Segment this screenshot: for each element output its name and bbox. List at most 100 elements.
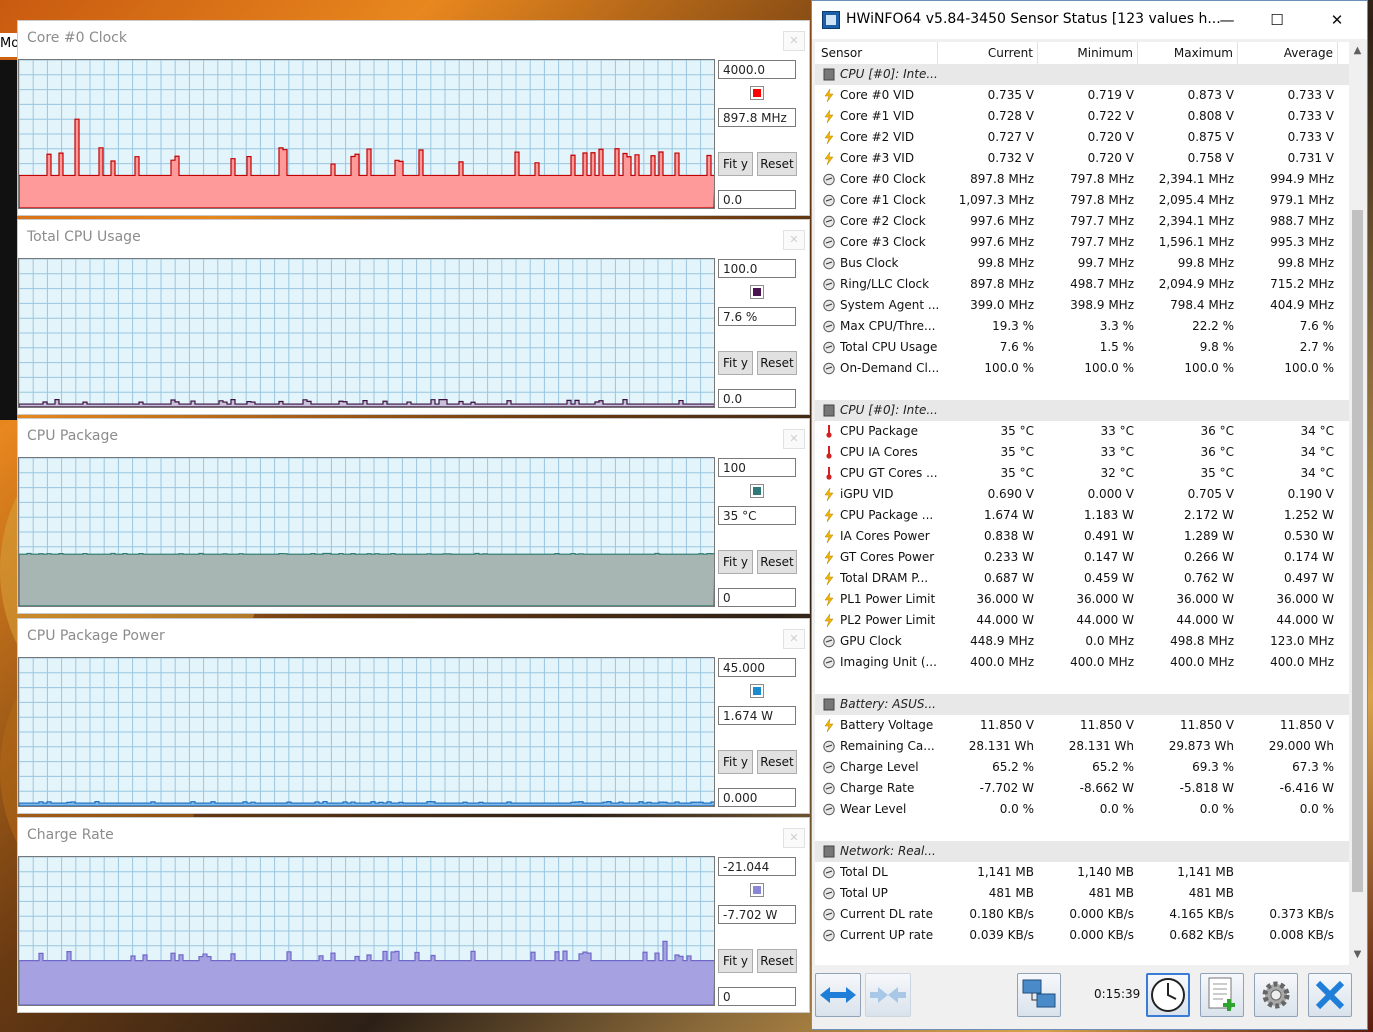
column-header-sensor[interactable]: Sensor xyxy=(815,42,938,64)
sensor-row[interactable]: Core #0 Clock 897.8 MHz 797.8 MHz 2,394.1 M… xyxy=(815,169,1349,190)
sensor-row[interactable]: PL1 Power Limit 36.000 W 36.000 W 36.000 W 3… xyxy=(815,589,1349,610)
sensor-row[interactable]: Imaging Unit (... 400.0 MHz 400.0 MHz 400.0… xyxy=(815,652,1349,673)
sensor-row[interactable]: Max CPU/Thre... 19.3 % 3.3 % 22.2 % 7.6 % xyxy=(815,316,1349,337)
settings-button[interactable] xyxy=(1254,973,1298,1017)
graph-close-icon[interactable]: ✕ xyxy=(783,230,805,250)
sensor-row[interactable]: IA Cores Power 0.838 W 0.491 W 1.289 W 0.530… xyxy=(815,526,1349,547)
current-value: 44.000 W xyxy=(976,613,1034,627)
scroll-up-icon[interactable]: ▲ xyxy=(1349,42,1366,59)
current-value: 481 MB xyxy=(988,886,1034,900)
hwinfo-window[interactable]: HWiNFO64 v5.84-3450 Sensor Status [123 v… xyxy=(811,0,1368,1030)
sensor-row[interactable]: Charge Level 65.2 % 65.2 % 69.3 % 67.3 % xyxy=(815,757,1349,778)
graph-min-field[interactable]: 0.0 xyxy=(718,190,796,209)
title-bar[interactable]: HWiNFO64 v5.84-3450 Sensor Status [123 v… xyxy=(812,1,1367,39)
graph-close-icon[interactable]: ✕ xyxy=(783,429,805,449)
sensor-row[interactable]: Total CPU Usage 7.6 % 1.5 % 9.8 % 2.7 % xyxy=(815,337,1349,358)
maximize-button[interactable]: ☐ xyxy=(1254,1,1300,39)
reset-button[interactable]: Reset xyxy=(757,550,797,574)
sensor-row[interactable]: iGPU VID 0.690 V 0.000 V 0.705 V 0.190 V xyxy=(815,484,1349,505)
expand-arrows-button[interactable] xyxy=(815,973,861,1017)
graph-max-field[interactable]: 100 xyxy=(718,458,796,477)
graph-window[interactable]: CPU Package Power ✕ 45.000 1.674 W Fit y Rese… xyxy=(17,618,810,814)
graph-series xyxy=(19,399,714,407)
sensor-row[interactable]: Core #1 Clock 1,097.3 MHz 797.8 MHz 2,095.4… xyxy=(815,190,1349,211)
sensor-row[interactable]: Ring/LLC Clock 897.8 MHz 498.7 MHz 2,094.9 … xyxy=(815,274,1349,295)
sensor-group-header[interactable]: CPU [#0]: Inte... xyxy=(815,64,1349,85)
sensor-row[interactable]: Total DL 1,141 MB 1,140 MB 1,141 MB xyxy=(815,862,1349,883)
fit-y-button[interactable]: Fit y xyxy=(718,550,753,574)
minimize-button[interactable]: — xyxy=(1204,1,1250,39)
graph-color-swatch[interactable] xyxy=(750,285,764,299)
scroll-down-icon[interactable]: ▼ xyxy=(1349,946,1366,963)
reset-button[interactable]: Reset xyxy=(757,750,797,774)
sensor-row[interactable]: CPU GT Cores ... 35 °C 32 °C 35 °C 34 °C xyxy=(815,463,1349,484)
graph-color-swatch[interactable] xyxy=(750,684,764,698)
report-button[interactable] xyxy=(1200,973,1244,1017)
sensor-row[interactable]: Battery Voltage 11.850 V 11.850 V 11.850 V 1… xyxy=(815,715,1349,736)
graph-min-field[interactable]: 0 xyxy=(718,987,796,1006)
graph-color-swatch[interactable] xyxy=(750,484,764,498)
graph-min-field[interactable]: 0.000 xyxy=(718,788,796,807)
collapse-arrows-button[interactable] xyxy=(865,973,911,1017)
clock-button[interactable] xyxy=(1146,973,1190,1017)
sensor-row[interactable]: Core #2 Clock 997.6 MHz 797.7 MHz 2,394.1 M… xyxy=(815,211,1349,232)
graph-window[interactable]: Charge Rate ✕ -21.044 -7.702 W Fit y Reset 0 xyxy=(17,817,810,1013)
graph-max-field[interactable]: -21.044 xyxy=(718,857,796,876)
reset-button[interactable]: Reset xyxy=(757,152,797,176)
sensor-row[interactable]: Remaining Ca... 28.131 Wh 28.131 Wh 29.873 … xyxy=(815,736,1349,757)
graph-color-swatch[interactable] xyxy=(750,883,764,897)
graph-window[interactable]: Core #0 Clock ✕ 4000.0 897.8 MHz Fit y Reset 0… xyxy=(17,20,810,216)
sensor-row[interactable]: Total UP 481 MB 481 MB 481 MB xyxy=(815,883,1349,904)
sensor-row[interactable]: Core #2 VID 0.727 V 0.720 V 0.875 V 0.733 V xyxy=(815,127,1349,148)
sensor-row[interactable]: Core #3 VID 0.732 V 0.720 V 0.758 V 0.731 V xyxy=(815,148,1349,169)
sensor-row[interactable]: Current DL rate 0.180 KB/s 0.000 KB/s 4.165… xyxy=(815,904,1349,925)
sensor-row[interactable]: Wear Level 0.0 % 0.0 % 0.0 % 0.0 % xyxy=(815,799,1349,820)
column-header-average[interactable]: Average xyxy=(1238,42,1338,64)
sensor-row[interactable]: CPU Package ... 1.674 W 1.183 W 2.172 W 1.25… xyxy=(815,505,1349,526)
column-header-maximum[interactable]: Maximum xyxy=(1138,42,1238,64)
graph-close-icon[interactable]: ✕ xyxy=(783,31,805,51)
column-header-current[interactable]: Current xyxy=(938,42,1038,64)
sensor-row[interactable]: Charge Rate -7.702 W -8.662 W -5.818 W -6.41… xyxy=(815,778,1349,799)
reset-button[interactable]: Reset xyxy=(757,949,797,973)
fit-y-button[interactable]: Fit y xyxy=(718,351,753,375)
graph-max-field[interactable]: 100.0 xyxy=(718,259,796,278)
graph-min-field[interactable]: 0.0 xyxy=(718,389,796,408)
sensor-row[interactable]: System Agent ... 399.0 MHz 398.9 MHz 798.4 … xyxy=(815,295,1349,316)
sensor-group-header[interactable]: Battery: ASUS... xyxy=(815,694,1349,715)
sensor-row[interactable]: CPU Package 35 °C 33 °C 36 °C 34 °C xyxy=(815,421,1349,442)
sensor-row[interactable]: GT Cores Power 0.233 W 0.147 W 0.266 W 0.174… xyxy=(815,547,1349,568)
sensor-row[interactable]: On-Demand Cl... 100.0 % 100.0 % 100.0 % 100.… xyxy=(815,358,1349,379)
sensor-row[interactable]: PL2 Power Limit 44.000 W 44.000 W 44.000 W 4… xyxy=(815,610,1349,631)
column-header-minimum[interactable]: Minimum xyxy=(1038,42,1138,64)
reset-button[interactable]: Reset xyxy=(757,351,797,375)
sensor-group-header[interactable]: CPU [#0]: Inte... xyxy=(815,400,1349,421)
sensor-row[interactable]: Core #1 VID 0.728 V 0.722 V 0.808 V 0.733 V xyxy=(815,106,1349,127)
sensor-row[interactable]: Bus Clock 99.8 MHz 99.7 MHz 99.8 MHz 99.8 MH… xyxy=(815,253,1349,274)
graph-close-icon[interactable]: ✕ xyxy=(783,629,805,649)
scrollbar-thumb[interactable] xyxy=(1352,210,1363,892)
network-button[interactable] xyxy=(1017,973,1061,1017)
graph-min-field[interactable]: 0 xyxy=(718,588,796,607)
current-value: 1,097.3 MHz xyxy=(958,193,1034,207)
graph-close-icon[interactable]: ✕ xyxy=(783,828,805,848)
sensor-row[interactable]: Core #3 Clock 997.6 MHz 797.7 MHz 1,596.1 M… xyxy=(815,232,1349,253)
graph-window[interactable]: CPU Package ✕ 100 35 °C Fit y Reset 0 xyxy=(17,418,810,614)
sensor-row[interactable]: CPU IA Cores 35 °C 33 °C 36 °C 34 °C xyxy=(815,442,1349,463)
sensor-row[interactable]: Total DRAM P... 0.687 W 0.459 W 0.762 W 0.49… xyxy=(815,568,1349,589)
sensor-row[interactable]: Core #0 VID 0.735 V 0.719 V 0.873 V 0.733 V xyxy=(815,85,1349,106)
sensor-group-header[interactable]: Network: Real... xyxy=(815,841,1349,862)
graph-max-field[interactable]: 45.000 xyxy=(718,658,796,677)
fit-y-button[interactable]: Fit y xyxy=(718,949,753,973)
sensor-table[interactable]: Sensor Current Minimum Maximum Average C… xyxy=(815,42,1349,965)
sensor-row[interactable]: Current UP rate 0.039 KB/s 0.000 KB/s 0.682… xyxy=(815,925,1349,946)
sensor-row[interactable]: GPU Clock 448.9 MHz 0.0 MHz 498.8 MHz 123.0 … xyxy=(815,631,1349,652)
fit-y-button[interactable]: Fit y xyxy=(718,152,753,176)
close-button[interactable]: ✕ xyxy=(1314,1,1360,39)
graph-max-field[interactable]: 4000.0 xyxy=(718,60,796,79)
graph-window[interactable]: Total CPU Usage ✕ 100.0 7.6 % Fit y Reset 0.0 xyxy=(17,219,810,415)
graph-color-swatch[interactable] xyxy=(750,86,764,100)
vertical-scrollbar[interactable]: ▲ ▼ xyxy=(1349,42,1366,965)
fit-y-button[interactable]: Fit y xyxy=(718,750,753,774)
exit-button[interactable] xyxy=(1308,973,1352,1017)
